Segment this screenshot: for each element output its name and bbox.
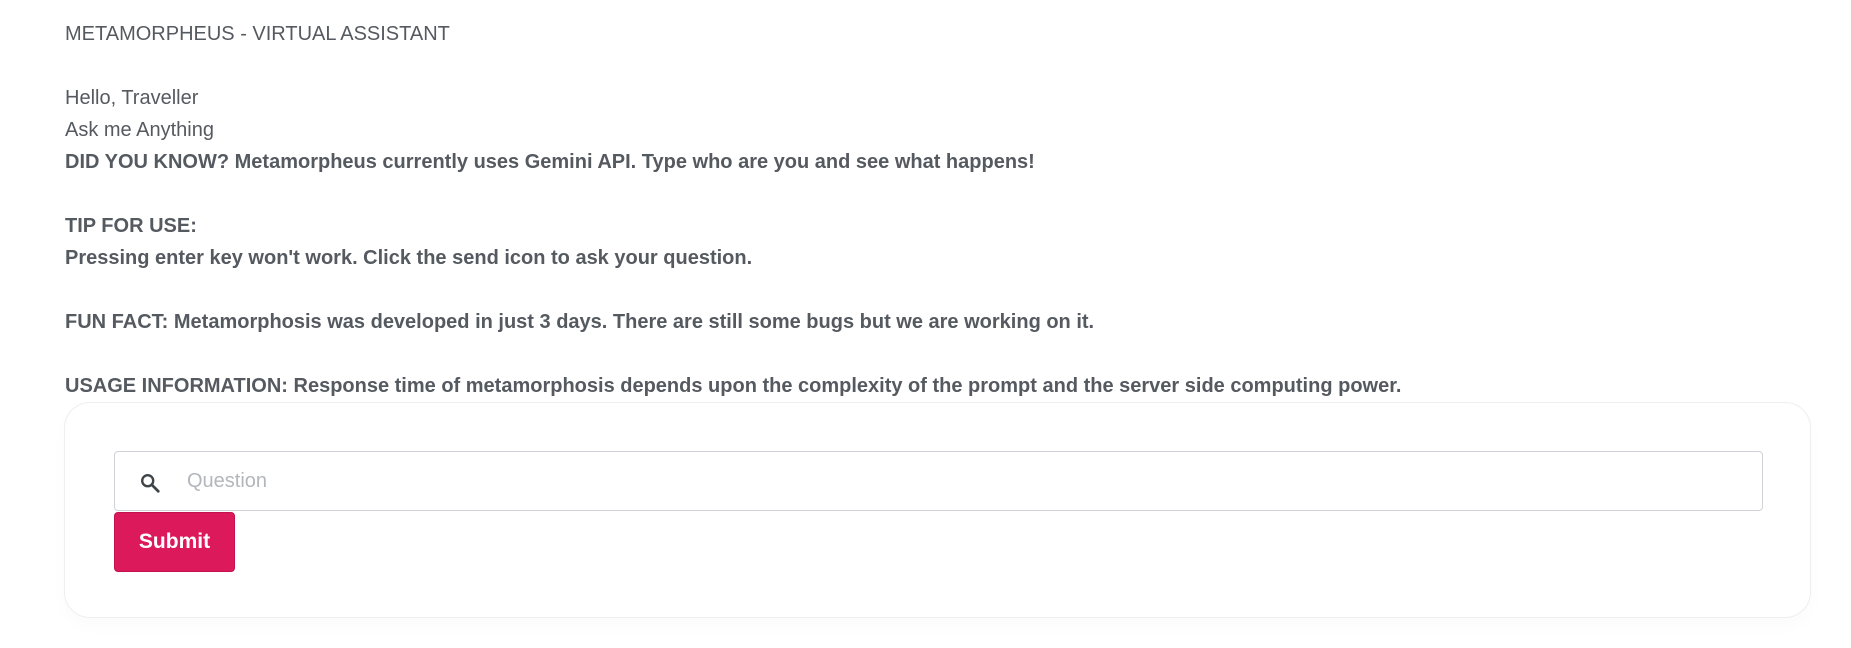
tip-text: Pressing enter key won't work. Click the…: [65, 247, 753, 269]
info-text-block: METAMORPHEUS - VIRTUAL ASSISTANT Hello, …: [65, 18, 1401, 402]
page: METAMORPHEUS - VIRTUAL ASSISTANT Hello, …: [0, 0, 1851, 648]
question-form-panel: Submit: [64, 402, 1811, 618]
search-icon: [139, 472, 161, 494]
page-title: METAMORPHEUS - VIRTUAL ASSISTANT: [65, 23, 450, 45]
greeting-text: Hello, Traveller: [65, 87, 199, 109]
question-field[interactable]: [114, 451, 1763, 511]
usage-information-text: USAGE INFORMATION: Response time of meta…: [65, 375, 1402, 397]
fun-fact-text: FUN FACT: Metamorphosis was developed in…: [65, 311, 1095, 333]
tip-heading: TIP FOR USE:: [65, 215, 197, 237]
did-you-know-text: DID YOU KNOW? Metamorpheus currently use…: [65, 151, 1035, 173]
submit-button[interactable]: Submit: [114, 512, 235, 572]
ask-me-text: Ask me Anything: [65, 119, 214, 141]
question-input[interactable]: [187, 452, 1747, 510]
